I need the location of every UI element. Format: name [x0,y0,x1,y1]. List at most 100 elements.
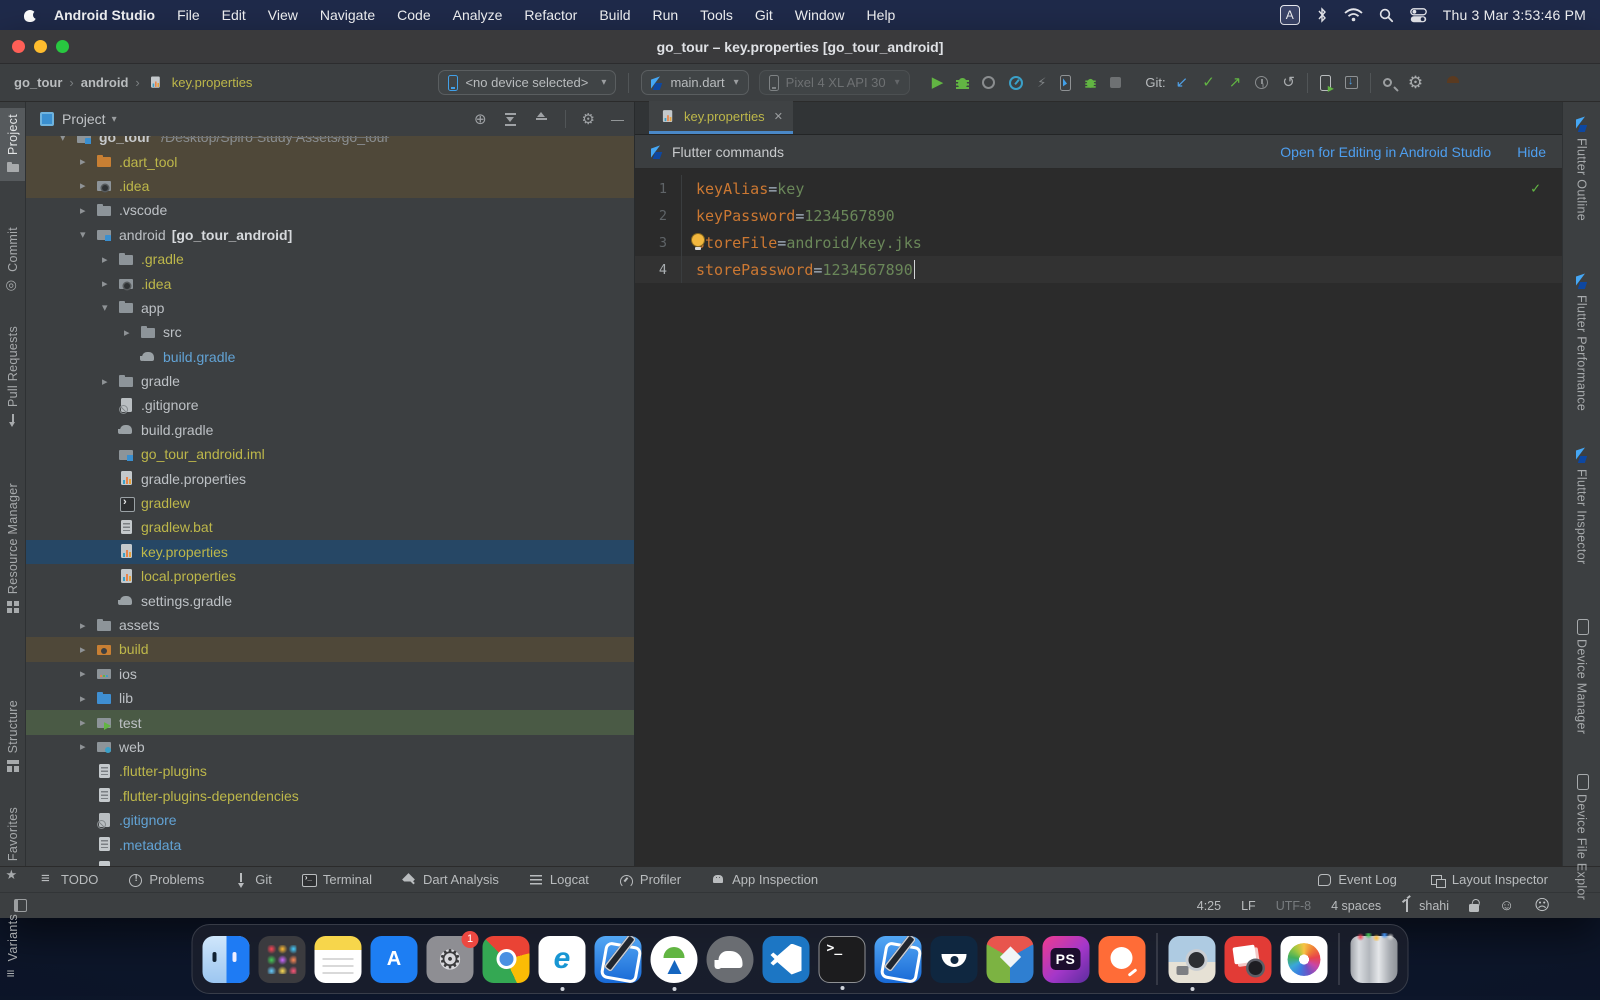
window-title-bar[interactable]: go_tour – key.properties [go_tour_androi… [0,30,1600,64]
tree-row[interactable]: lib [26,686,634,710]
tree-row[interactable]: build.gradle [26,345,634,369]
dock-app[interactable] [875,936,922,983]
tree-row[interactable]: build [26,637,634,661]
device-selector-dropdown[interactable]: <no device selected> ▾ [438,70,616,95]
toolwindow-button[interactable]: Git [234,872,272,887]
tree-row[interactable]: .idea [26,174,634,198]
git-rollback-button[interactable]: ↺ [1282,75,1295,90]
dock-app[interactable] [763,936,810,983]
run-config-dropdown[interactable]: main.dart ▾ [641,70,748,95]
wifi-icon[interactable] [1344,8,1363,22]
tree-chevron-icon[interactable] [124,326,140,339]
spotlight-search-icon[interactable] [1379,8,1394,23]
dock-app[interactable] [203,936,250,983]
device-manager-button[interactable] [1320,75,1331,91]
search-everywhere-button[interactable] [1383,78,1392,87]
menu-item[interactable]: Analyze [453,7,503,23]
tool-stripe-tab[interactable]: Variants [0,908,25,987]
apply-changes-button[interactable]: ⚡ [1037,76,1046,89]
toolwindow-button[interactable]: Terminal [302,872,372,887]
toolwindow-button[interactable]: Logcat [529,872,589,887]
collapse-all-button[interactable] [534,112,549,127]
bluetooth-icon[interactable] [1316,7,1328,23]
tree-row[interactable]: .gradle [26,247,634,271]
sdk-manager-button[interactable] [1345,76,1358,89]
tree-row[interactable]: gradlew.bat [26,515,634,539]
tree-chevron-icon[interactable] [80,716,96,729]
tree-row[interactable]: local.properties [26,564,634,588]
tree-row[interactable]: .idea [26,271,634,295]
hide-panel-button[interactable]: — [611,112,624,127]
panel-settings-button[interactable]: ⚙ [582,110,595,128]
git-branch-widget[interactable]: shahi [1401,899,1449,913]
tool-stripe-tab[interactable]: Project [0,108,25,181]
menu-item[interactable]: Git [755,7,773,23]
tree-row[interactable]: gradle.properties [26,466,634,490]
tool-stripe-tab[interactable]: Device File Explor [1563,768,1600,906]
tool-stripe-tab[interactable]: Flutter Performance [1563,269,1600,417]
tree-row[interactable]: ios [26,662,634,686]
code-line[interactable]: 3 storeFile = android/key.jks [635,229,1562,256]
menu-clock[interactable]: Thu 3 Mar 3:53:46 PM [1443,7,1586,23]
tool-stripe-tab[interactable]: Flutter Outline [1563,112,1600,227]
tree-chevron-icon[interactable] [102,375,118,388]
stop-button[interactable] [1110,77,1121,88]
sad-face-icon[interactable]: ☹ [1534,898,1550,913]
breadcrumb-module[interactable]: android [81,75,129,90]
debug-button[interactable] [957,76,968,89]
toolwindow-button[interactable]: Event Log [1317,872,1397,887]
menu-item[interactable]: Code [397,7,430,23]
happy-face-icon[interactable]: ☺ [1499,898,1514,913]
user-avatar[interactable] [1443,73,1463,93]
code-editor[interactable]: ✓ 1 keyAlias = key 2 keyPassword = 12345… [635,169,1562,866]
menu-item[interactable]: Tools [700,7,733,23]
tool-stripe-tab[interactable]: Commit [0,221,25,298]
tool-stripe-tab[interactable]: Resource Manager [0,477,25,620]
tool-stripe-tab[interactable]: Structure [0,694,25,779]
tree-chevron-icon[interactable] [102,277,118,290]
menu-item[interactable]: View [268,7,298,23]
toolwindow-button[interactable]: Dart Analysis [402,872,499,887]
menu-item[interactable]: Run [652,7,678,23]
code-line[interactable]: 1 keyAlias = key [635,175,1562,202]
dock-app[interactable] [707,936,754,983]
dock-app[interactable] [1225,936,1272,983]
git-push-button[interactable]: ↗ [1229,75,1242,90]
tree-row[interactable]: .metadata [26,832,634,856]
code-line[interactable]: 2 keyPassword = 1234567890 [635,202,1562,229]
tree-row[interactable]: gradlew [26,491,634,515]
toolwindow-button[interactable]: Problems [128,872,204,887]
tree-row[interactable]: src [26,320,634,344]
dock-app[interactable]: A [371,936,418,983]
dock-app[interactable] [987,936,1034,983]
profile-button[interactable] [982,76,995,89]
tree-row[interactable]: build.gradle [26,418,634,442]
toolwindow-button[interactable]: Profiler [619,872,681,887]
settings-button[interactable]: ⚙ [1408,74,1423,91]
dock-app[interactable] [483,936,530,983]
open-in-android-studio-link[interactable]: Open for Editing in Android Studio [1280,144,1491,160]
tree-row[interactable]: go_tour_android.iml [26,442,634,466]
caret-position[interactable]: 4:25 [1197,899,1221,913]
tree-row[interactable]: android [go_tour_android] [26,223,634,247]
attach-debugger-button[interactable] [1086,77,1095,87]
tree-row-root[interactable]: go_tour /Desktop/Spiro Study Assets/go_t… [26,136,634,149]
control-center-icon[interactable] [1410,8,1427,23]
target-device-dropdown[interactable]: Pixel 4 XL API 30 ▾ [759,70,910,95]
tree-chevron-icon[interactable] [80,155,96,168]
git-update-button[interactable]: ↙ [1176,75,1189,90]
tree-row[interactable]: app [26,296,634,320]
hide-banner-link[interactable]: Hide [1517,144,1546,160]
menu-app-name[interactable]: Android Studio [54,7,155,23]
tree-chevron-icon[interactable] [80,228,96,241]
run-button[interactable]: ▶ [932,75,944,90]
git-history-button[interactable] [1255,76,1268,89]
tree-chevron-icon[interactable] [80,667,96,680]
dock-app[interactable] [1281,936,1328,983]
dock-app[interactable] [259,936,306,983]
lock-icon[interactable] [1469,904,1479,912]
dock-app[interactable]: e [539,936,586,983]
git-commit-button[interactable]: ✓ [1202,75,1215,90]
dock-app[interactable] [315,936,362,983]
close-tab-icon[interactable]: ✕ [774,110,783,123]
